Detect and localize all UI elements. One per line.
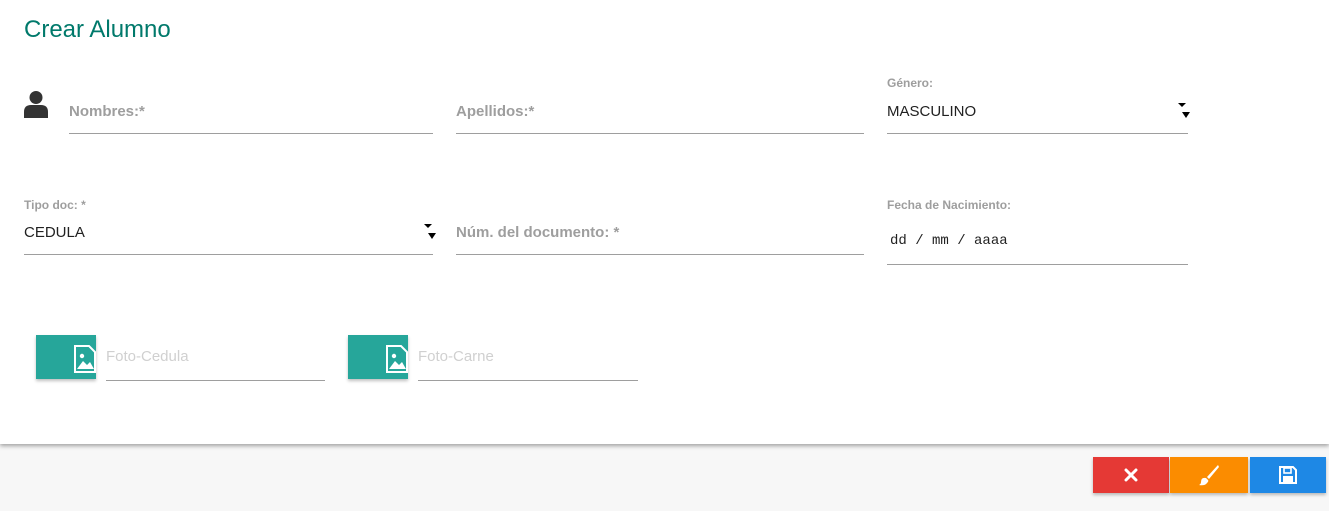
fecha-nacimiento-underline bbox=[887, 264, 1188, 265]
fecha-nacimiento-label: Fecha de Nacimiento: bbox=[887, 198, 1012, 212]
brush-icon bbox=[1199, 465, 1219, 486]
chevron-down-icon bbox=[424, 224, 436, 239]
tipo-doc-value: CEDULA bbox=[24, 224, 85, 241]
chevron-down-icon bbox=[1178, 103, 1190, 118]
person-icon bbox=[24, 91, 48, 118]
image-file-icon bbox=[386, 345, 408, 373]
tipo-doc-label: Tipo doc: * bbox=[24, 198, 86, 212]
genero-underline bbox=[887, 133, 1188, 134]
nombres-field[interactable]: Nombres:* bbox=[69, 90, 433, 134]
cancel-button[interactable] bbox=[1093, 457, 1169, 493]
genero-value: MASCULINO bbox=[887, 103, 977, 120]
foto-cedula-upload-button[interactable] bbox=[36, 335, 96, 379]
fecha-nacimiento-placeholder: dd / mm / aaaa bbox=[890, 233, 1008, 249]
apellidos-underline bbox=[456, 133, 864, 134]
foto-cedula-underline bbox=[106, 380, 325, 381]
page-title: Crear Alumno bbox=[24, 16, 171, 43]
form-card: Crear Alumno Nombres:* Apellidos:* Géner… bbox=[0, 0, 1329, 444]
num-documento-underline bbox=[456, 254, 864, 255]
foto-carne-underline bbox=[418, 380, 638, 381]
num-documento-field[interactable]: Núm. del documento: * bbox=[456, 211, 864, 255]
fecha-nacimiento-field[interactable]: Fecha de Nacimiento: dd / mm / aaaa bbox=[887, 196, 1188, 265]
close-icon bbox=[1124, 468, 1138, 482]
apellidos-field[interactable]: Apellidos:* bbox=[456, 90, 864, 134]
nombres-underline bbox=[69, 133, 433, 134]
genero-label: Género: bbox=[887, 76, 934, 90]
foto-cedula-field[interactable]: Foto-Cedula bbox=[106, 337, 325, 381]
tipo-doc-underline bbox=[24, 254, 433, 255]
foto-carne-placeholder: Foto-Carne bbox=[418, 348, 494, 365]
foto-carne-field[interactable]: Foto-Carne bbox=[418, 337, 638, 381]
save-icon bbox=[1279, 466, 1297, 484]
tipo-doc-select[interactable]: Tipo doc: * CEDULA bbox=[24, 195, 436, 255]
num-documento-placeholder: Núm. del documento: * bbox=[456, 224, 620, 241]
save-button[interactable] bbox=[1250, 457, 1326, 493]
genero-select[interactable]: Género: MASCULINO bbox=[887, 74, 1190, 134]
image-file-icon bbox=[74, 345, 96, 373]
foto-carne-upload-button[interactable] bbox=[348, 335, 408, 379]
foto-cedula-placeholder: Foto-Cedula bbox=[106, 348, 189, 365]
nombres-placeholder: Nombres:* bbox=[69, 103, 145, 120]
clear-form-button[interactable] bbox=[1170, 457, 1248, 493]
apellidos-placeholder: Apellidos:* bbox=[456, 103, 535, 120]
